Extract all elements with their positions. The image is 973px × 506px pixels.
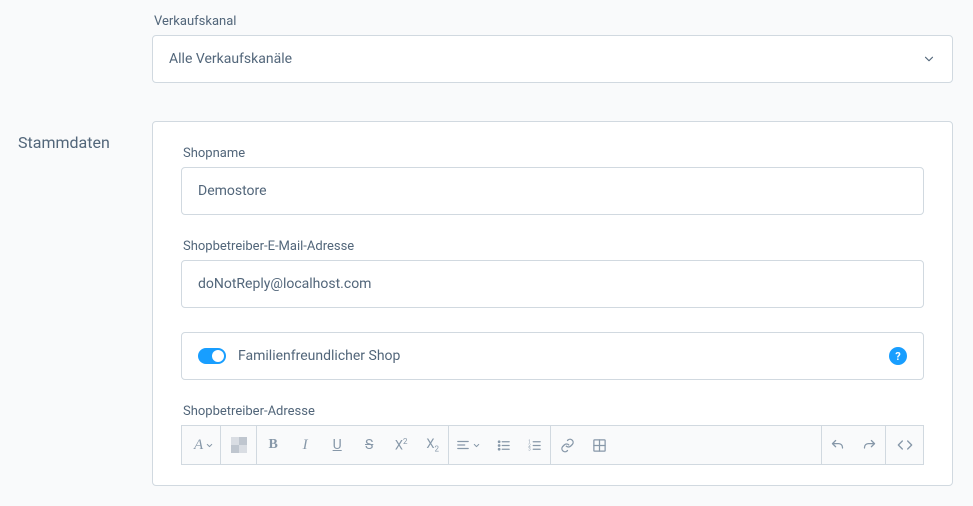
help-icon[interactable]: ?	[889, 347, 907, 365]
redo-button[interactable]	[853, 425, 885, 465]
chevron-down-icon	[205, 441, 214, 450]
shopname-label: Shopname	[183, 146, 924, 161]
svg-text:3: 3	[528, 447, 531, 452]
align-button[interactable]	[449, 425, 487, 465]
section-title: Stammdaten	[18, 95, 152, 152]
family-friendly-row: Familienfreundlicher Shop ?	[181, 332, 924, 380]
sales-channel-select[interactable]: Alle Verkaufskanäle	[152, 35, 953, 83]
operator-address-label: Shopbetreiber-Adresse	[183, 404, 924, 419]
editor-toolbar: A	[181, 425, 924, 465]
subscript-button[interactable]: X2	[417, 426, 449, 464]
superscript-button[interactable]: X2	[385, 425, 417, 465]
shopname-input[interactable]: Demostore	[181, 167, 924, 215]
italic-button[interactable]: I	[289, 425, 321, 465]
chevron-down-icon	[922, 52, 936, 66]
sales-channel-value: Alle Verkaufskanäle	[169, 51, 292, 67]
code-view-button[interactable]	[885, 425, 923, 465]
basic-data-card: Shopname Demostore Shopbetreiber-E-Mail-…	[152, 121, 953, 486]
operator-email-value: doNotReply@localhost.com	[198, 276, 371, 292]
ordered-list-button[interactable]: 123	[519, 426, 551, 464]
unordered-list-button[interactable]	[487, 425, 519, 465]
operator-email-label: Shopbetreiber-E-Mail-Adresse	[183, 239, 924, 254]
operator-email-input[interactable]: doNotReply@localhost.com	[181, 260, 924, 308]
undo-button[interactable]	[821, 425, 853, 465]
family-friendly-toggle[interactable]	[198, 348, 226, 364]
link-button[interactable]	[551, 425, 583, 465]
font-style-dropdown[interactable]: A	[182, 426, 221, 464]
shopname-value: Demostore	[198, 183, 267, 199]
table-button[interactable]	[583, 425, 615, 465]
family-friendly-label: Familienfreundlicher Shop	[238, 348, 400, 364]
bold-button[interactable]: B	[257, 425, 289, 465]
strikethrough-button[interactable]: S	[353, 425, 385, 465]
underline-button[interactable]: U	[321, 425, 353, 465]
color-icon[interactable]	[221, 426, 257, 464]
sales-channel-label: Verkaufskanal	[154, 14, 953, 29]
